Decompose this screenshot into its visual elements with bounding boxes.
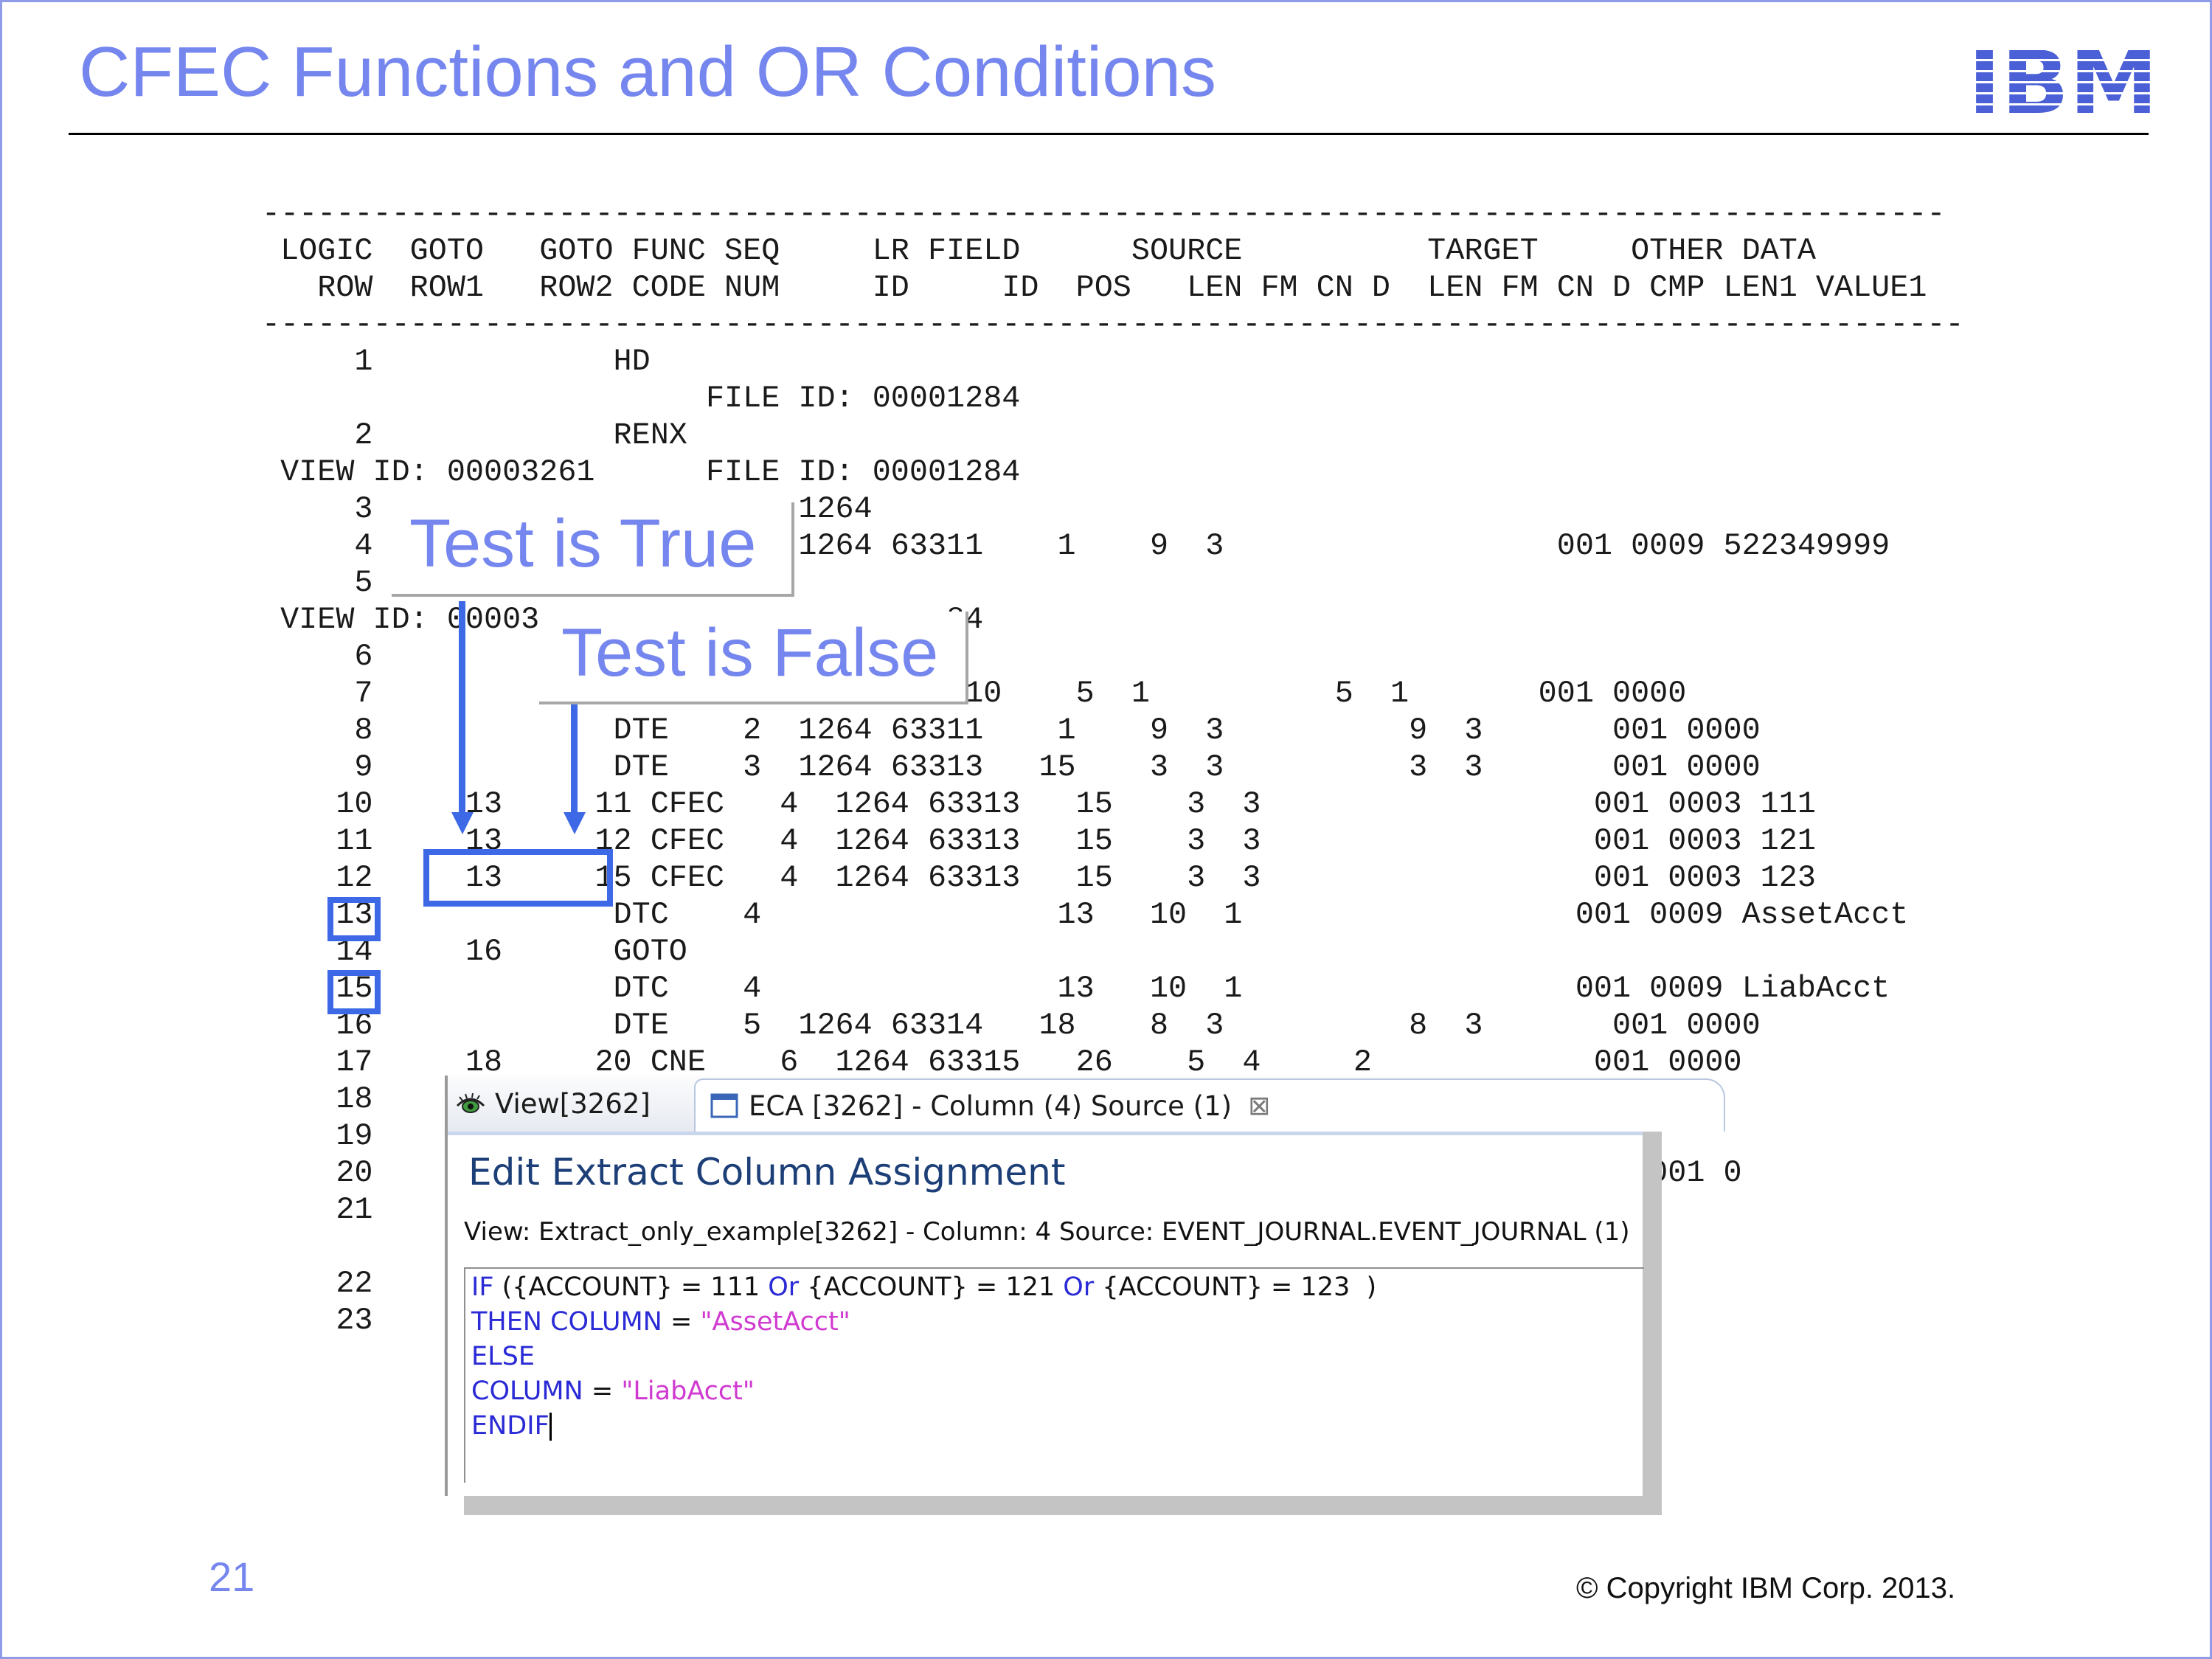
code-line-else: ELSE <box>471 1340 535 1374</box>
eca-view-info: View: Extract_only_example[3262] - Colum… <box>464 1217 1630 1247</box>
code-line-endif: ENDIF <box>471 1409 552 1443</box>
code-line-column: COLUMN = "LiabAcct" <box>471 1374 755 1408</box>
code-or-keyword: Or <box>1063 1272 1095 1302</box>
code-or-keyword: Or <box>768 1272 800 1302</box>
listing-line: FILE ID: 00001284 <box>262 381 1021 416</box>
ibm-logo: IBM <box>1968 39 2158 117</box>
listing-line: 8 DTE 2 1264 63311 1 9 3 9 3 001 0000 <box>262 713 1761 748</box>
row12-goto-highlight <box>423 849 613 907</box>
editor-tab-strip: View[3262] ECA [3262] - Column (4) Sourc… <box>448 1076 1725 1135</box>
listing-line: ----------------------------------------… <box>262 196 1946 232</box>
listing-line: LOGIC GOTO GOTO FUNC SEQ LR FIELD SOURCE… <box>262 233 1816 269</box>
listing-line: VIEW ID: 00003261 FILE ID: 00001284 <box>262 454 1021 490</box>
copyright-notice: © Copyright IBM Corp. 2013. <box>1576 1572 1956 1604</box>
code-condition-2: {ACCOUNT} = 121 <box>799 1272 1064 1302</box>
code-equals: = <box>583 1376 622 1406</box>
code-condition-3: {ACCOUNT} = 123 ) <box>1094 1272 1377 1302</box>
slide: CFEC Functions and OR Conditions IBM ---… <box>0 0 2212 1659</box>
false-arrow-head <box>564 812 586 834</box>
code-else-keyword: ELSE <box>471 1342 535 1371</box>
slide-title: CFEC Functions and OR Conditions <box>79 32 1216 111</box>
code-then-value: "AssetAcct" <box>700 1307 850 1337</box>
code-line-if: IF ({ACCOUNT} = 111 Or {ACCOUNT} = 121 O… <box>471 1270 1376 1304</box>
text-caret <box>549 1413 552 1441</box>
code-equals: = <box>662 1307 701 1337</box>
listing-line: 1 HD <box>262 344 651 379</box>
code-then-keyword: THEN COLUMN <box>471 1307 662 1337</box>
ibm-logo-text: IBM <box>1968 39 2158 117</box>
false-arrow-shaft <box>571 704 578 815</box>
listing-line: 14 16 GOTO <box>262 934 687 969</box>
editor-window-icon <box>710 1093 738 1118</box>
row15-highlight <box>327 970 381 1014</box>
code-condition-1: ({ACCOUNT} = 111 <box>493 1272 769 1302</box>
listing-line: 7 2 10 5 1 5 1 001 0000 <box>262 676 1687 711</box>
listing-line: ROW ROW1 ROW2 CODE NUM ID ID POS LEN FM … <box>262 270 1927 305</box>
listing-line: 2 RENX <box>262 418 687 453</box>
page-number: 21 <box>209 1554 255 1600</box>
code-column-keyword: COLUMN <box>471 1376 583 1406</box>
listing-line: 17 18 20 CNE 6 1264 63315 26 5 4 2 001 0… <box>262 1045 1742 1080</box>
close-tab-icon[interactable]: ⊠ <box>1248 1091 1270 1121</box>
listing-line: 10 13 11 CFEC 4 1264 63313 15 3 3 001 00… <box>262 786 1816 822</box>
listing-line: 6 <box>262 639 373 674</box>
tab-view-label: View[3262] <box>495 1087 651 1120</box>
code-else-value: "LiabAcct" <box>621 1376 755 1406</box>
callout-test-is-true: Test is True <box>392 502 794 597</box>
listing-line: ----------------------------------------… <box>262 307 1964 342</box>
logic-code-editor[interactable]: IF ({ACCOUNT} = 111 Or {ACCOUNT} = 121 O… <box>464 1267 1644 1483</box>
listing-line: 23 <box>262 1303 373 1338</box>
eye-icon <box>456 1092 485 1113</box>
listing-line: 5 <box>262 565 373 600</box>
tab-eca-label: ECA [3262] - Column (4) Source (1) <box>749 1090 1232 1122</box>
listing-line: 9 DTE 3 1264 63313 15 3 3 3 3 001 0000 <box>262 749 1761 785</box>
eca-editor-panel: View[3262] ECA [3262] - Column (4) Sourc… <box>445 1076 1725 1496</box>
true-arrow-head <box>451 812 474 834</box>
tab-view[interactable]: View[3262] <box>451 1080 694 1127</box>
listing-line: 15 DTC 4 13 10 1 001 0009 LiabAcct <box>262 971 1890 1006</box>
title-divider <box>69 133 2149 135</box>
code-line-then: THEN COLUMN = "AssetAcct" <box>471 1305 850 1339</box>
code-if-keyword: IF <box>471 1272 494 1302</box>
callout-test-is-false: Test is False <box>539 612 968 704</box>
tab-eca[interactable]: ECA [3262] - Column (4) Source (1) ⊠ <box>694 1078 1725 1132</box>
listing-line: 19 <box>262 1118 373 1154</box>
listing-line: 21 <box>262 1192 373 1227</box>
listing-line: 22 <box>262 1266 373 1301</box>
eca-heading: Edit Extract Column Assignment <box>468 1151 1066 1194</box>
code-endif-keyword: ENDIF <box>471 1411 549 1441</box>
row13-highlight <box>327 897 381 941</box>
listing-line: 16 DTE 5 1264 63314 18 8 3 8 3 001 0000 <box>262 1008 1761 1043</box>
true-arrow-shaft <box>459 601 465 815</box>
